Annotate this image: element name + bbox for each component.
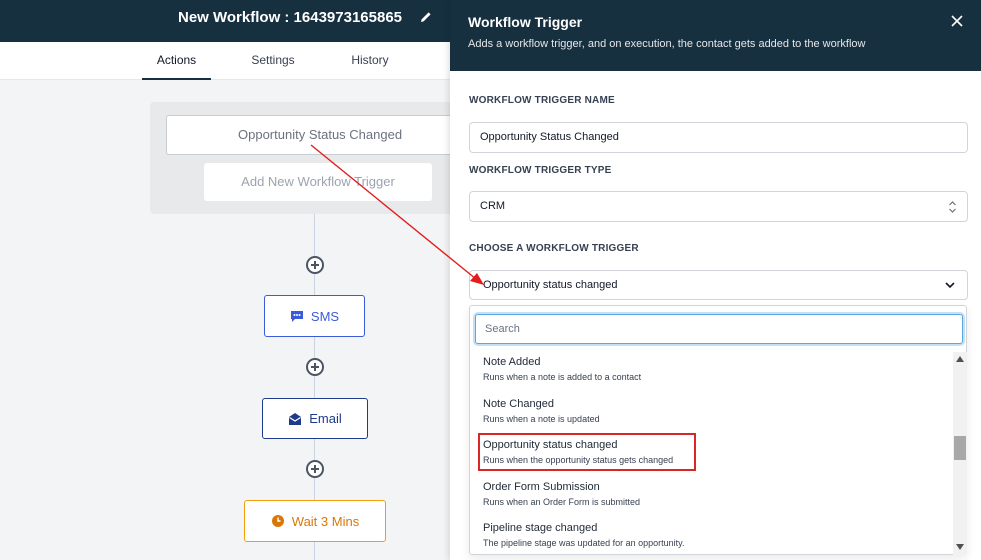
- scroll-down-arrow-icon[interactable]: [956, 544, 964, 550]
- edit-pencil-icon[interactable]: [419, 10, 433, 24]
- trigger-name-input[interactable]: Opportunity Status Changed: [469, 122, 968, 153]
- chevron-down-icon: [945, 282, 955, 289]
- panel-title: Workflow Trigger: [468, 14, 583, 30]
- workflow-trigger-panel: Workflow Trigger Adds a workflow trigger…: [450, 0, 981, 560]
- option-name: Opportunity status changed: [483, 439, 618, 451]
- trigger-dropdown: Note Added Runs when a note is added to …: [469, 305, 967, 555]
- action-email-label: Email: [309, 411, 342, 426]
- trigger-type-label: WORKFLOW TRIGGER TYPE: [469, 165, 612, 176]
- dropdown-option-pipeline-stage-changed[interactable]: Pipeline stage changed The pipeline stag…: [483, 521, 943, 549]
- choose-trigger-select[interactable]: Opportunity status changed: [469, 270, 968, 300]
- scroll-up-arrow-icon[interactable]: [956, 356, 964, 362]
- tab-settings[interactable]: Settings: [238, 42, 308, 80]
- add-step-plus-icon[interactable]: [306, 460, 324, 478]
- action-sms-label: SMS: [310, 308, 340, 324]
- workflow-title: New Workflow : 1643973165865: [178, 9, 403, 26]
- panel-subtitle: Adds a workflow trigger, and on executio…: [468, 38, 866, 50]
- option-description: The pipeline stage was updated for an op…: [483, 538, 685, 548]
- dropdown-option-opportunity-status-changed[interactable]: Opportunity status changed Runs when the…: [478, 433, 696, 471]
- choose-trigger-label: CHOOSE A WORKFLOW TRIGGER: [469, 243, 639, 254]
- close-icon[interactable]: [950, 14, 964, 28]
- dropdown-option-note-added[interactable]: Note Added Runs when a note is added to …: [483, 355, 943, 383]
- option-name: Order Form Submission: [483, 481, 600, 493]
- choose-trigger-value: Opportunity status changed: [483, 279, 618, 291]
- action-wait-label: Wait 3 Mins: [291, 513, 360, 529]
- trigger-name-label: WORKFLOW TRIGGER NAME: [469, 95, 615, 106]
- sms-icon: [290, 311, 303, 322]
- add-step-plus-icon[interactable]: [306, 358, 324, 376]
- dropdown-option-note-changed[interactable]: Note Changed Runs when a note is updated: [483, 397, 943, 425]
- action-email[interactable]: Email: [262, 398, 368, 439]
- option-name: Pipeline stage changed: [483, 522, 598, 534]
- clock-icon: [271, 515, 284, 527]
- action-wait[interactable]: Wait 3 Mins: [244, 500, 386, 542]
- trigger-type-select[interactable]: CRM: [469, 191, 968, 222]
- action-sms[interactable]: SMS: [264, 295, 365, 337]
- option-description: Runs when a note is updated: [483, 414, 600, 424]
- option-description: Runs when an Order Form is submitted: [483, 497, 641, 507]
- trigger-search-input[interactable]: [475, 314, 963, 344]
- tab-history[interactable]: History: [335, 42, 405, 80]
- trigger-type-value: CRM: [480, 200, 506, 212]
- scroll-thumb[interactable]: [954, 436, 966, 460]
- add-trigger-button[interactable]: Add New Workflow Trigger: [204, 163, 432, 201]
- add-step-plus-icon[interactable]: [306, 256, 324, 274]
- option-name: Note Added: [483, 356, 541, 368]
- dropdown-option-order-form-submission[interactable]: Order Form Submission Runs when an Order…: [483, 480, 943, 508]
- dropdown-scrollbar[interactable]: [953, 352, 967, 555]
- email-icon: [289, 412, 302, 425]
- panel-header: Workflow Trigger Adds a workflow trigger…: [450, 0, 981, 71]
- option-name: Note Changed: [483, 398, 554, 410]
- tab-actions[interactable]: Actions: [142, 42, 211, 80]
- option-description: Runs when a note is added to a contact: [483, 372, 642, 382]
- workflow-tabs: Actions Settings History: [0, 42, 460, 80]
- select-arrows-icon: [949, 201, 956, 213]
- option-description: Runs when the opportunity status gets ch…: [483, 455, 674, 465]
- trigger-card[interactable]: Opportunity Status Changed: [166, 115, 456, 155]
